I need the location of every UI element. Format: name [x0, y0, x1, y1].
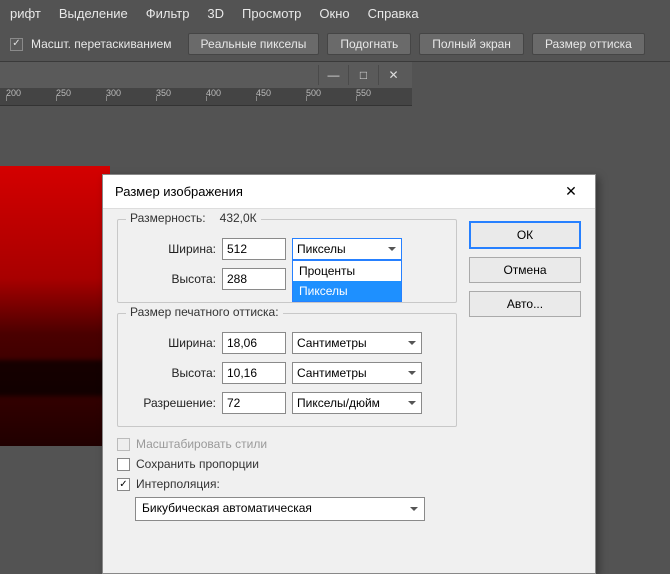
dropdown-option-pixels[interactable]: Пикселы	[293, 281, 401, 301]
resolution-input[interactable]	[222, 392, 286, 414]
menu-item[interactable]: рифт	[10, 6, 41, 21]
maximize-icon[interactable]: □	[348, 65, 378, 85]
ok-button[interactable]: ОК	[469, 221, 581, 249]
window-titlebar: — □ ✕	[0, 62, 412, 88]
options-section: Масштабировать стили Сохранить пропорции…	[117, 437, 457, 521]
canvas-image[interactable]	[0, 166, 110, 446]
menu-item[interactable]: 3D	[207, 6, 224, 21]
pixel-dimensions-group: Размерность: 432,0К Ширина: Пикселы Проц…	[117, 219, 457, 303]
dialog-titlebar[interactable]: Размер изображения ✕	[103, 175, 595, 209]
pixel-height-input[interactable]	[222, 268, 286, 290]
print-dimensions-group: Размер печатного оттиска: Ширина: Сантим…	[117, 313, 457, 427]
height-label: Высота:	[128, 272, 216, 286]
minimize-icon[interactable]: —	[318, 65, 348, 85]
toolbar-button-fullscreen[interactable]: Полный экран	[419, 33, 524, 55]
print-dimensions-label: Размер печатного оттиска:	[126, 305, 283, 319]
scale-drag-label: Масшт. перетаскиванием	[31, 37, 172, 51]
dropdown-option-percent[interactable]: Проценты	[293, 261, 401, 281]
resolution-label: Разрешение:	[128, 396, 216, 410]
constrain-proportions-option[interactable]: Сохранить пропорции	[117, 457, 457, 471]
toolbar-button-fit[interactable]: Подогнать	[327, 33, 411, 55]
menu-item[interactable]: Выделение	[59, 6, 128, 21]
menu-item[interactable]: Справка	[368, 6, 419, 21]
menu-item[interactable]: Просмотр	[242, 6, 301, 21]
interpolation-option[interactable]: Интерполяция:	[117, 477, 457, 491]
scale-drag-checkbox[interactable]	[10, 38, 23, 51]
print-width-input[interactable]	[222, 332, 286, 354]
toolbar-button-print-size[interactable]: Размер оттиска	[532, 33, 645, 55]
cancel-button[interactable]: Отмена	[469, 257, 581, 283]
pixel-width-input[interactable]	[222, 238, 286, 260]
menu-item[interactable]: Фильтр	[146, 6, 190, 21]
width-label: Ширина:	[128, 242, 216, 256]
print-width-unit-select[interactable]: Сантиметры	[292, 332, 422, 354]
toolbar-button-actual-pixels[interactable]: Реальные пикселы	[188, 33, 320, 55]
pixel-unit-dropdown: Проценты Пикселы	[292, 260, 402, 302]
menu-bar: рифт Выделение Фильтр 3D Просмотр Окно С…	[0, 0, 670, 27]
resolution-unit-select[interactable]: Пикселы/дюйм	[292, 392, 422, 414]
image-size-dialog: Размер изображения ✕ Размерность: 432,0К…	[102, 174, 596, 574]
pixel-dimensions-label: Размерность:	[130, 211, 206, 225]
print-width-label: Ширина:	[128, 336, 216, 350]
print-height-input[interactable]	[222, 362, 286, 384]
interpolation-method-select[interactable]: Бикубическая автоматическая	[135, 497, 425, 521]
print-height-label: Высота:	[128, 366, 216, 380]
auto-button[interactable]: Авто...	[469, 291, 581, 317]
pixel-width-unit-select[interactable]: Пикселы Проценты Пикселы	[292, 238, 402, 260]
close-icon[interactable]: ✕	[378, 65, 408, 85]
print-height-unit-select[interactable]: Сантиметры	[292, 362, 422, 384]
dialog-title: Размер изображения	[115, 184, 243, 199]
horizontal-ruler: 200 250 300 350 400 450 500 550	[0, 88, 412, 106]
options-bar: Масшт. перетаскиванием Реальные пикселы …	[0, 27, 670, 62]
interpolation-checkbox[interactable]	[117, 478, 130, 491]
scale-styles-checkbox	[117, 438, 130, 451]
constrain-proportions-checkbox[interactable]	[117, 458, 130, 471]
menu-item[interactable]: Окно	[319, 6, 349, 21]
scale-styles-option: Масштабировать стили	[117, 437, 457, 451]
file-size-value: 432,0К	[220, 211, 257, 225]
dialog-close-icon[interactable]: ✕	[559, 183, 583, 200]
